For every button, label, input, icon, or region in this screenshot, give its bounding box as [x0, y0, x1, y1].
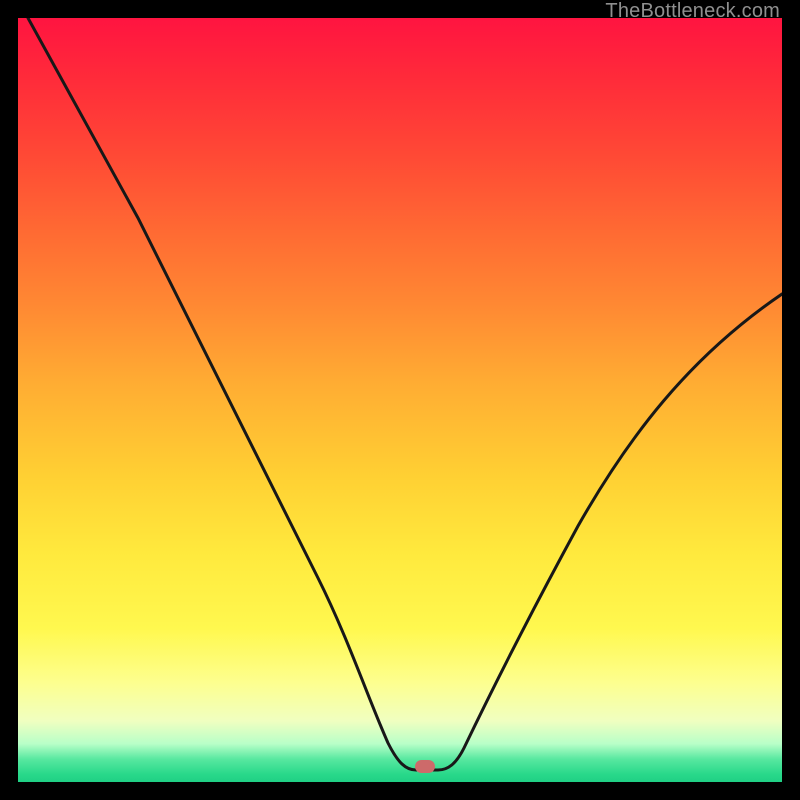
watermark-label: TheBottleneck.com [605, 0, 780, 23]
optimal-point-marker [415, 760, 435, 773]
plot-area [18, 18, 782, 782]
bottleneck-curve [18, 18, 782, 782]
curve-path [28, 18, 782, 770]
chart-frame: TheBottleneck.com [0, 0, 800, 800]
